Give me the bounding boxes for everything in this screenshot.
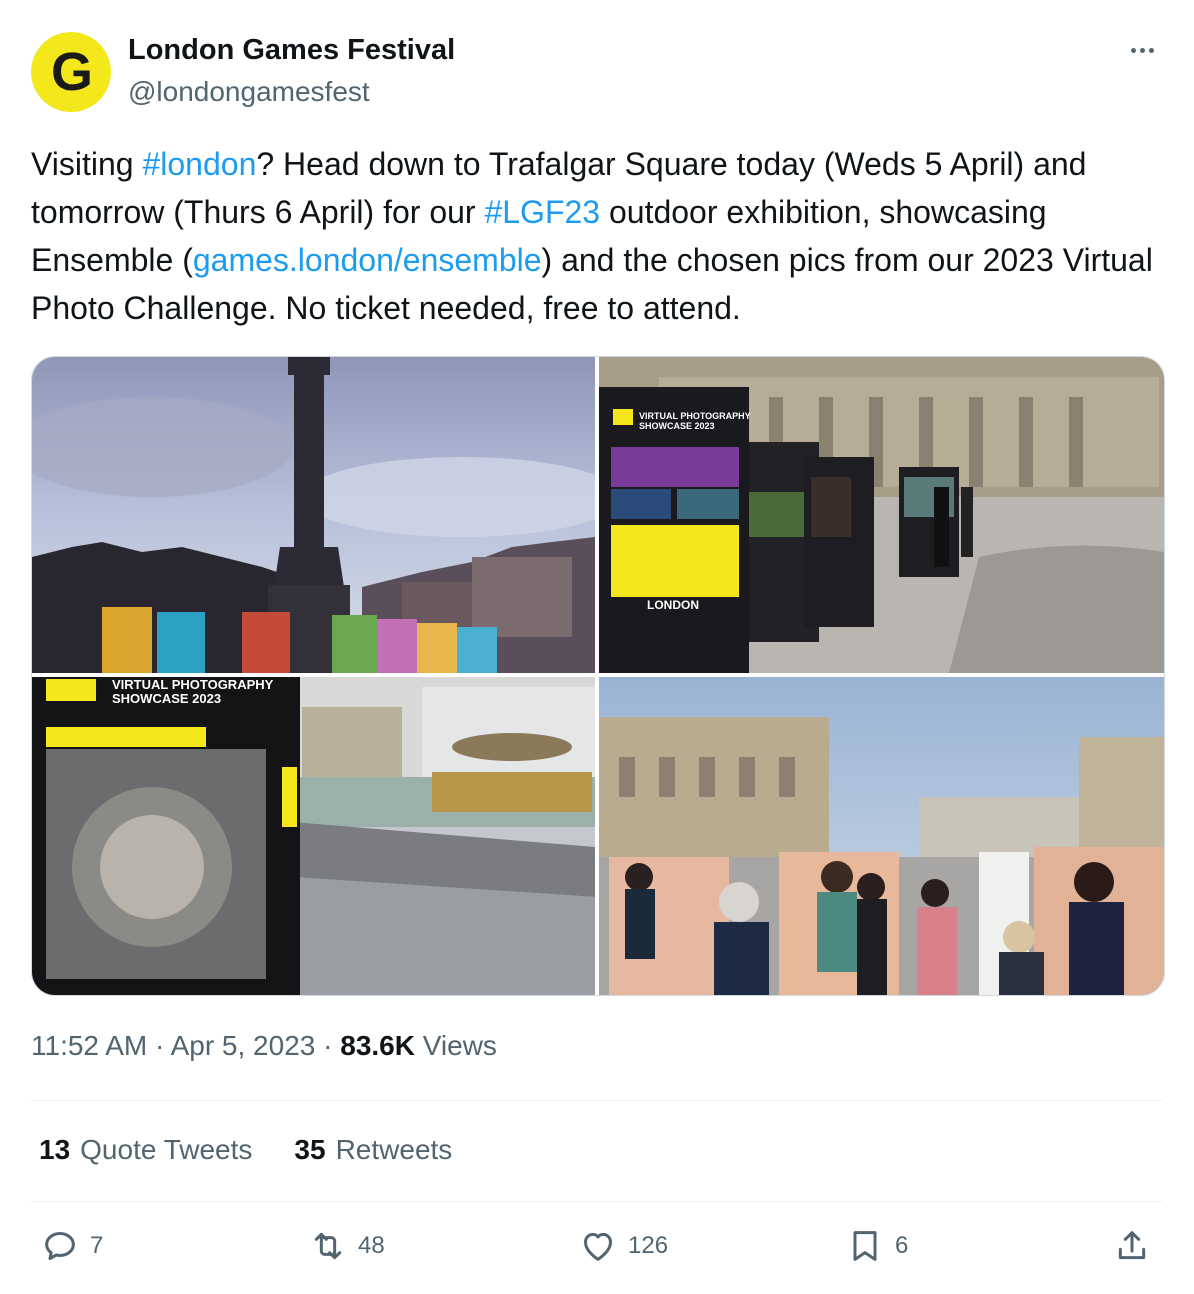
reply-icon	[45, 1232, 75, 1260]
author-handle[interactable]: @londongamesfest	[128, 76, 370, 108]
meta-separator: ·	[315, 1030, 341, 1061]
reply-button[interactable]: 7	[40, 1226, 103, 1266]
retweets-stat[interactable]: 35 Retweets	[294, 1134, 452, 1166]
tweet-text: Visiting #london? Head down to Trafalgar…	[31, 140, 1171, 332]
photo-exhibition-boards[interactable]: VIRTUAL PHOTOGRAPHY SHOWCASE 2023 LONDON	[599, 357, 1164, 673]
reply-count: 7	[90, 1232, 104, 1259]
photo-aerial-board-fountain[interactable]: VIRTUAL PHOTOGRAPHY SHOWCASE 2023	[32, 677, 595, 995]
meta-separator: ·	[147, 1030, 171, 1061]
quote-tweets-label: Quote Tweets	[80, 1134, 253, 1165]
board-brand: LONDON	[647, 598, 699, 612]
bookmark-icon	[853, 1231, 877, 1261]
bookmark-button[interactable]: 6	[845, 1226, 908, 1266]
tweet-stats: 13 Quote Tweets 35 Retweets	[39, 1134, 452, 1166]
photo-nelsons-column[interactable]	[32, 357, 595, 673]
tweet-date[interactable]: Apr 5, 2023	[171, 1030, 316, 1061]
quote-tweets-stat[interactable]: 13 Quote Tweets	[39, 1134, 252, 1166]
like-button[interactable]: 126	[578, 1226, 668, 1266]
hashtag-lgf23-link[interactable]: #LGF23	[484, 194, 600, 230]
retweet-count: 48	[358, 1232, 385, 1259]
divider	[31, 1100, 1163, 1101]
media-grid: VIRTUAL PHOTOGRAPHY SHOWCASE 2023 LONDON	[31, 356, 1165, 996]
share-icon	[1118, 1231, 1146, 1260]
action-bar: 7 48 126 6	[40, 1226, 1160, 1276]
avatar[interactable]: G	[31, 32, 111, 112]
tweet-header: G London Games Festival @londongamesfest	[31, 30, 1163, 114]
tweet-meta: 11:52 AM · Apr 5, 2023 · 83.6K Views	[31, 1030, 497, 1062]
tweet-time[interactable]: 11:52 AM	[31, 1030, 147, 1061]
board-title-2: SHOWCASE 2023	[112, 691, 221, 706]
like-count: 126	[628, 1232, 669, 1259]
avatar-logo: G	[50, 42, 93, 102]
retweet-icon	[314, 1232, 342, 1260]
retweets-count: 35	[294, 1134, 326, 1165]
share-button[interactable]	[1112, 1226, 1152, 1266]
retweet-button[interactable]: 48	[308, 1226, 385, 1266]
tweet-text-part: Visiting	[31, 146, 143, 182]
ensemble-url-link[interactable]: games.london/ensemble	[193, 242, 542, 278]
author-name[interactable]: London Games Festival	[128, 34, 455, 67]
views-label: Views	[414, 1030, 497, 1061]
hashtag-london-link[interactable]: #london	[142, 146, 256, 182]
quote-tweets-count: 13	[39, 1134, 71, 1165]
divider	[31, 1201, 1163, 1202]
more-options-icon[interactable]	[1125, 40, 1159, 60]
photo-ensemble-portraits[interactable]	[599, 677, 1164, 995]
board-title-1: VIRTUAL PHOTOGRAPHY	[112, 677, 274, 692]
board-title-2: SHOWCASE 2023	[639, 421, 715, 431]
heart-icon	[584, 1232, 612, 1261]
board-title-1: VIRTUAL PHOTOGRAPHY	[639, 411, 751, 421]
retweets-label: Retweets	[335, 1134, 453, 1165]
views-count: 83.6K	[340, 1030, 415, 1061]
bookmark-count: 6	[895, 1232, 909, 1259]
